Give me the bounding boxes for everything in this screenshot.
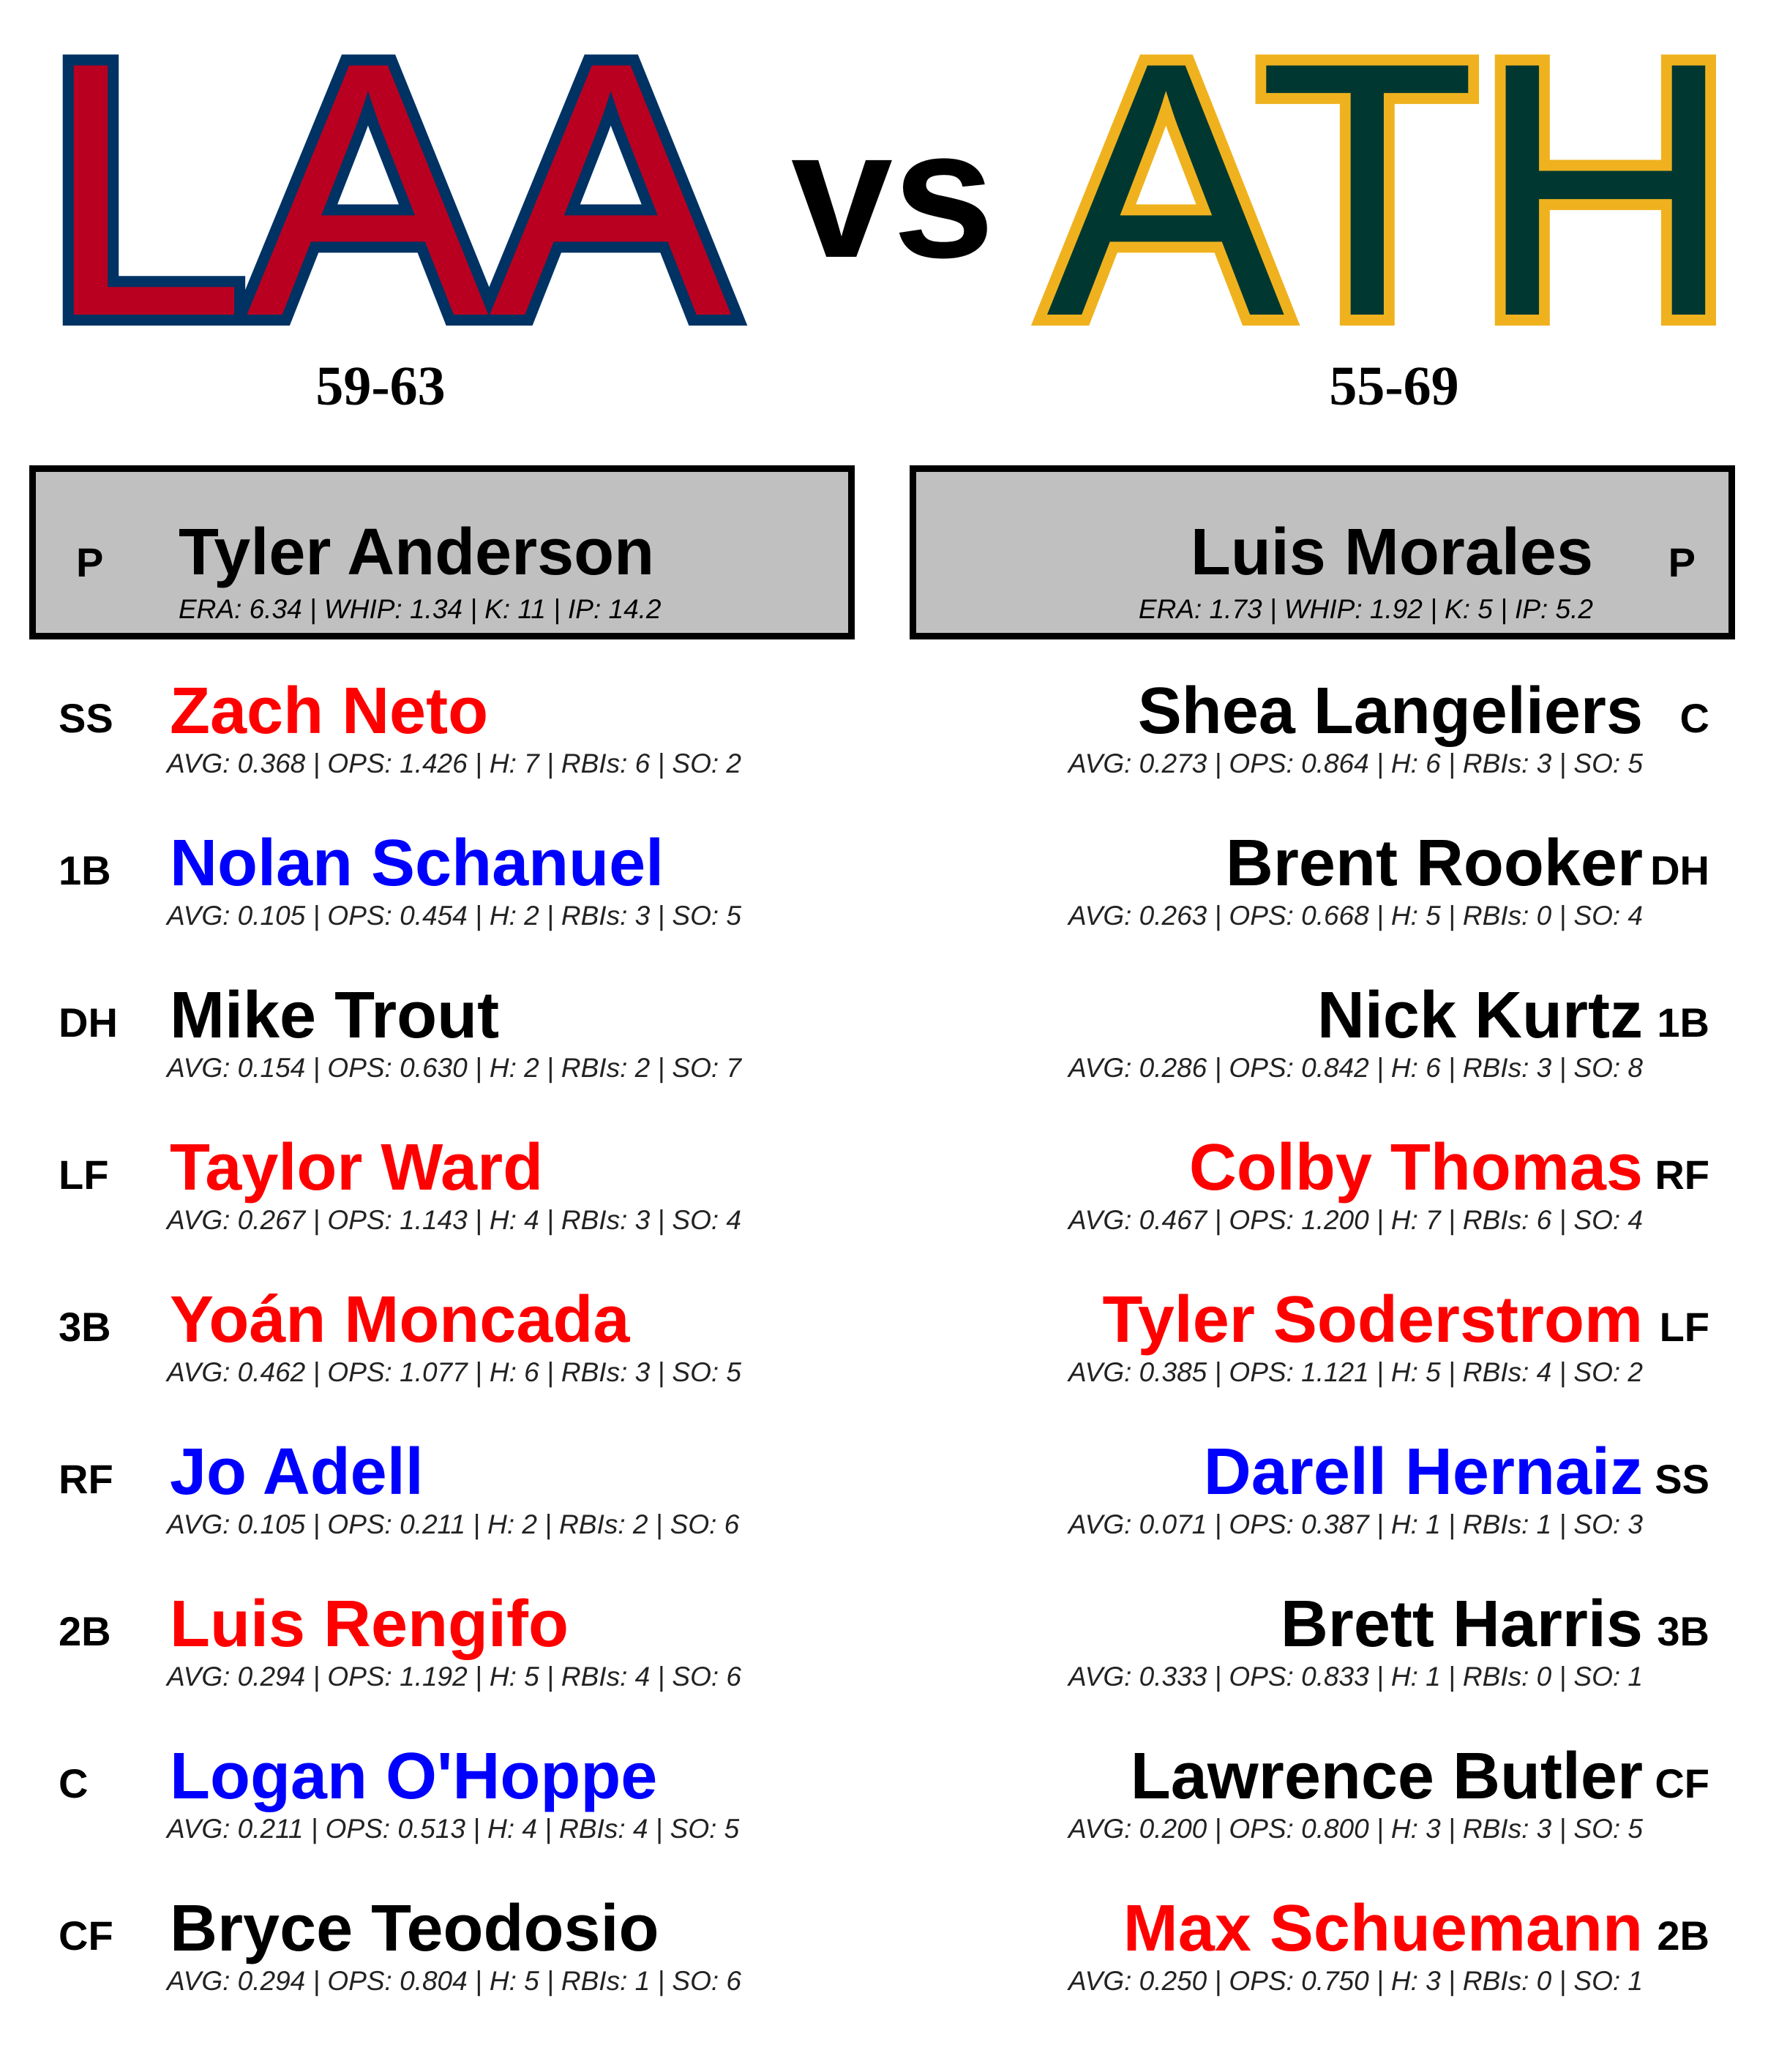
pitcher-name: Luis Morales (1190, 516, 1593, 589)
batter-row: 3B Brett Harris AVG: 0.333 | OPS: 0.833 … (904, 1573, 1739, 1725)
batter-name: Max Schuemann (1123, 1892, 1643, 1965)
batter-stats: AVG: 0.467 | OPS: 1.200 | H: 7 | RBIs: 6… (1068, 1205, 1643, 1235)
away-team-logo: ATH (1032, 0, 1749, 402)
batter-stats: AVG: 0.294 | OPS: 1.192 | H: 5 | RBIs: 4… (167, 1662, 741, 1692)
batter-position: DH (1650, 847, 1709, 893)
away-team-abbreviation: ATH (1046, 0, 1734, 391)
batter-name: Luis Rengifo (170, 1588, 569, 1661)
away-batting-lineup: C Shea Langeliers AVG: 0.273 | OPS: 0.86… (904, 660, 1739, 2030)
batter-stats: AVG: 0.462 | OPS: 1.077 | H: 6 | RBIs: 3… (167, 1357, 741, 1387)
batter-name: Nolan Schanuel (170, 827, 664, 900)
batter-position: SS (59, 695, 113, 741)
batter-position: CF (59, 1913, 113, 1959)
batter-position: RF (1655, 1152, 1709, 1198)
batter-position: 1B (1657, 999, 1709, 1046)
batter-stats: AVG: 0.273 | OPS: 0.864 | H: 6 | RBIs: 3… (1068, 748, 1643, 778)
batter-name: Brett Harris (1280, 1588, 1643, 1661)
batter-row: 1B Nick Kurtz AVG: 0.286 | OPS: 0.842 | … (904, 964, 1739, 1116)
away-team-record: 55-69 (1329, 356, 1459, 417)
batter-position: 3B (59, 1304, 111, 1350)
batter-position: C (59, 1760, 89, 1806)
batter-position: SS (1655, 1456, 1709, 1502)
batter-name: Colby Thomas (1188, 1131, 1643, 1204)
away-starting-pitcher-card: P Luis Morales ERA: 1.73 | WHIP: 1.92 | … (910, 465, 1735, 639)
batter-name: Zach Neto (170, 675, 489, 748)
batter-row: LF Taylor Ward AVG: 0.267 | OPS: 1.143 |… (29, 1116, 864, 1269)
batter-row: 2B Max Schuemann AVG: 0.250 | OPS: 0.750… (904, 1877, 1739, 2030)
batter-stats: AVG: 0.267 | OPS: 1.143 | H: 4 | RBIs: 3… (167, 1205, 741, 1235)
batter-position: C (1679, 695, 1709, 741)
pitcher-stats: ERA: 1.73 | WHIP: 1.92 | K: 5 | IP: 5.2 (1138, 594, 1593, 624)
pitcher-position: P (76, 539, 104, 585)
batter-row: RF Colby Thomas AVG: 0.467 | OPS: 1.200 … (904, 1116, 1739, 1269)
batter-row: CF Lawrence Butler AVG: 0.200 | OPS: 0.8… (904, 1725, 1739, 1877)
batter-row: DH Brent Rooker AVG: 0.263 | OPS: 0.668 … (904, 812, 1739, 964)
batter-name: Shea Langeliers (1137, 675, 1643, 748)
batter-row: 1B Nolan Schanuel AVG: 0.105 | OPS: 0.45… (29, 812, 864, 964)
versus-label: vs (790, 91, 995, 296)
batter-row: SS Darell Hernaiz AVG: 0.071 | OPS: 0.38… (904, 1421, 1739, 1573)
batter-name: Jo Adell (170, 1435, 424, 1509)
batter-name: Logan O'Hoppe (170, 1740, 658, 1813)
batter-position: LF (1659, 1304, 1709, 1350)
pitcher-position: P (1668, 539, 1696, 585)
home-team-logo: LAA (29, 0, 746, 402)
batter-position: DH (59, 999, 118, 1046)
batter-row: DH Mike Trout AVG: 0.154 | OPS: 0.630 | … (29, 964, 864, 1116)
batter-position: CF (1655, 1760, 1709, 1806)
batter-name: Darell Hernaiz (1203, 1435, 1643, 1509)
batter-position: 2B (1657, 1913, 1709, 1959)
pitcher-stats: ERA: 6.34 | WHIP: 1.34 | K: 11 | IP: 14.… (179, 594, 662, 624)
batter-stats: AVG: 0.333 | OPS: 0.833 | H: 1 | RBIs: 0… (1068, 1662, 1643, 1692)
batter-stats: AVG: 0.200 | OPS: 0.800 | H: 3 | RBIs: 3… (1068, 1814, 1643, 1844)
batter-row: LF Tyler Soderstrom AVG: 0.385 | OPS: 1.… (904, 1269, 1739, 1421)
batter-name: Mike Trout (170, 979, 500, 1052)
batter-stats: AVG: 0.250 | OPS: 0.750 | H: 3 | RBIs: 0… (1068, 1966, 1643, 1996)
batter-stats: AVG: 0.286 | OPS: 0.842 | H: 6 | RBIs: 3… (1068, 1053, 1643, 1083)
batter-position: 3B (1657, 1608, 1709, 1654)
batter-stats: AVG: 0.071 | OPS: 0.387 | H: 1 | RBIs: 1… (1068, 1509, 1643, 1539)
batter-stats: AVG: 0.368 | OPS: 1.426 | H: 7 | RBIs: 6… (167, 748, 741, 778)
batter-name: Brent Rooker (1225, 827, 1643, 900)
pitcher-name: Tyler Anderson (179, 516, 655, 589)
batter-name: Bryce Teodosio (170, 1892, 659, 1965)
batter-stats: AVG: 0.294 | OPS: 0.804 | H: 5 | RBIs: 1… (167, 1966, 741, 1996)
batter-position: 2B (59, 1608, 111, 1654)
batter-position: 1B (59, 847, 111, 893)
batter-position: LF (59, 1152, 109, 1198)
home-team-abbreviation: LAA (44, 0, 733, 391)
batter-name: Taylor Ward (170, 1131, 544, 1204)
batter-name: Nick Kurtz (1316, 979, 1643, 1052)
batter-row: C Shea Langeliers AVG: 0.273 | OPS: 0.86… (904, 660, 1739, 812)
home-starting-pitcher-card: P Tyler Anderson ERA: 6.34 | WHIP: 1.34 … (29, 465, 855, 639)
home-team-record: 59-63 (315, 356, 446, 417)
batter-row: 2B Luis Rengifo AVG: 0.294 | OPS: 1.192 … (29, 1573, 864, 1725)
batter-stats: AVG: 0.385 | OPS: 1.121 | H: 5 | RBIs: 4… (1068, 1357, 1643, 1387)
batter-row: RF Jo Adell AVG: 0.105 | OPS: 0.211 | H:… (29, 1421, 864, 1573)
batter-stats: AVG: 0.105 | OPS: 0.454 | H: 2 | RBIs: 3… (167, 901, 741, 931)
batter-stats: AVG: 0.154 | OPS: 0.630 | H: 2 | RBIs: 2… (167, 1053, 741, 1083)
batter-row: SS Zach Neto AVG: 0.368 | OPS: 1.426 | H… (29, 660, 864, 812)
batter-row: C Logan O'Hoppe AVG: 0.211 | OPS: 0.513 … (29, 1725, 864, 1877)
batter-stats: AVG: 0.263 | OPS: 0.668 | H: 5 | RBIs: 0… (1068, 901, 1643, 931)
batter-row: CF Bryce Teodosio AVG: 0.294 | OPS: 0.80… (29, 1877, 864, 2030)
batter-stats: AVG: 0.211 | OPS: 0.513 | H: 4 | RBIs: 4… (167, 1814, 740, 1844)
batter-row: 3B Yoán Moncada AVG: 0.462 | OPS: 1.077 … (29, 1269, 864, 1421)
home-batting-lineup: SS Zach Neto AVG: 0.368 | OPS: 1.426 | H… (29, 660, 864, 2030)
batter-stats: AVG: 0.105 | OPS: 0.211 | H: 2 | RBIs: 2… (167, 1509, 740, 1539)
batter-name: Yoán Moncada (170, 1283, 630, 1356)
batter-position: RF (59, 1456, 113, 1502)
batter-name: Tyler Soderstrom (1102, 1283, 1643, 1356)
batter-name: Lawrence Butler (1130, 1740, 1643, 1813)
